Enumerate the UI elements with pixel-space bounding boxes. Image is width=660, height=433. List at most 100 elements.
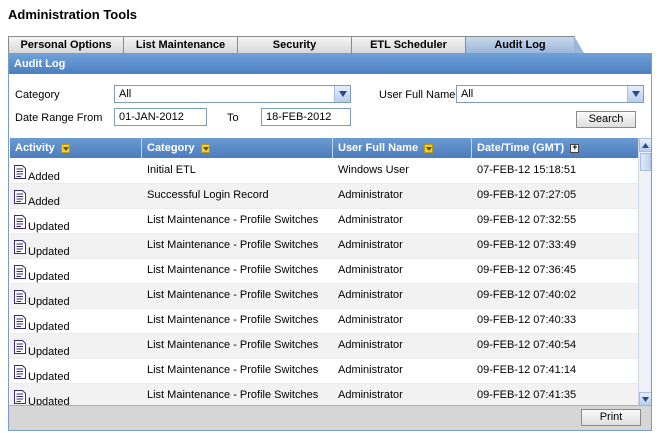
table-row[interactable]: Updated List Maintenance - Profile Switch… bbox=[10, 359, 638, 384]
table-row[interactable]: Updated List Maintenance - Profile Switch… bbox=[10, 209, 638, 234]
user-cell: Administrator bbox=[338, 214, 403, 226]
user-cell: Administrator bbox=[338, 389, 403, 401]
audit-log-panel: Audit Log Category All User Full Name Al… bbox=[8, 53, 652, 431]
document-icon bbox=[14, 315, 26, 329]
datetime-cell: 09-FEB-12 07:32:55 bbox=[477, 214, 577, 226]
activity-cell: Updated bbox=[10, 309, 142, 334]
date-from-label: Date Range From bbox=[15, 112, 103, 124]
activity-cell: Added bbox=[10, 159, 142, 184]
datetime-cell: 07-FEB-12 15:18:51 bbox=[477, 164, 577, 176]
user-cell: Administrator bbox=[338, 339, 403, 351]
column-header-category[interactable]: Category bbox=[142, 138, 333, 158]
audit-log-grid: Activity Category User Full Name Date/Ti… bbox=[10, 138, 651, 406]
category-cell: List Maintenance - Profile Switches bbox=[147, 364, 319, 376]
activity-label: Updated bbox=[28, 246, 70, 258]
chevron-down-icon[interactable] bbox=[334, 86, 350, 102]
category-cell: List Maintenance - Profile Switches bbox=[147, 339, 319, 351]
user-cell: Windows User bbox=[338, 164, 409, 176]
chevron-down-icon[interactable] bbox=[627, 86, 643, 102]
document-icon bbox=[14, 240, 26, 254]
sort-icon[interactable] bbox=[424, 143, 434, 153]
category-cell: Successful Login Record bbox=[147, 189, 269, 201]
print-button[interactable]: Print bbox=[581, 409, 641, 426]
activity-cell: Updated bbox=[10, 209, 142, 234]
table-row[interactable]: Updated List Maintenance - Profile Switch… bbox=[10, 384, 638, 406]
table-row[interactable]: Updated List Maintenance - Profile Switch… bbox=[10, 284, 638, 309]
column-header-datetime[interactable]: Date/Time (GMT) bbox=[472, 138, 638, 158]
activity-label: Updated bbox=[28, 221, 70, 233]
tab-etl-scheduler[interactable]: ETL Scheduler bbox=[351, 36, 465, 53]
category-label: Category bbox=[15, 89, 60, 101]
table-row[interactable]: Updated List Maintenance - Profile Switch… bbox=[10, 234, 638, 259]
table-row[interactable]: Updated List Maintenance - Profile Switch… bbox=[10, 334, 638, 359]
date-to-input[interactable]: 18-FEB-2012 bbox=[261, 108, 351, 126]
activity-label: Updated bbox=[28, 346, 70, 358]
table-row[interactable]: Updated List Maintenance - Profile Switch… bbox=[10, 309, 638, 334]
user-cell: Administrator bbox=[338, 314, 403, 326]
sort-icon[interactable] bbox=[60, 143, 70, 153]
user-cell: Administrator bbox=[338, 239, 403, 251]
expand-icon[interactable] bbox=[570, 142, 580, 153]
column-label: Category bbox=[147, 142, 195, 154]
user-full-name-select[interactable]: All bbox=[456, 85, 644, 103]
category-cell: List Maintenance - Profile Switches bbox=[147, 314, 319, 326]
user-cell: Administrator bbox=[338, 264, 403, 276]
activity-cell: Added bbox=[10, 184, 142, 209]
document-icon bbox=[14, 290, 26, 304]
scroll-down-icon[interactable] bbox=[639, 392, 651, 406]
sort-icon[interactable] bbox=[200, 143, 210, 153]
scroll-thumb[interactable] bbox=[640, 153, 651, 171]
datetime-cell: 09-FEB-12 07:40:54 bbox=[477, 339, 577, 351]
page-title: Administration Tools bbox=[8, 7, 138, 22]
datetime-cell: 09-FEB-12 07:33:49 bbox=[477, 239, 577, 251]
column-header-user-full-name[interactable]: User Full Name bbox=[333, 138, 472, 158]
search-button[interactable]: Search bbox=[576, 111, 636, 128]
activity-cell: Updated bbox=[10, 384, 142, 406]
activity-cell: Updated bbox=[10, 259, 142, 284]
panel-title: Audit Log bbox=[9, 54, 651, 74]
tab-list-maintenance[interactable]: List Maintenance bbox=[123, 36, 237, 53]
category-select-value: All bbox=[119, 88, 132, 100]
activity-label: Updated bbox=[28, 371, 70, 383]
vertical-scrollbar[interactable] bbox=[638, 138, 651, 406]
column-label: Activity bbox=[15, 142, 55, 154]
tab-bar: Personal Options List Maintenance Securi… bbox=[8, 36, 584, 53]
tab-audit-log[interactable]: Audit Log bbox=[465, 36, 584, 53]
category-cell: Initial ETL bbox=[147, 164, 196, 176]
column-label: Date/Time (GMT) bbox=[477, 142, 565, 154]
datetime-cell: 09-FEB-12 07:40:33 bbox=[477, 314, 577, 326]
document-icon bbox=[14, 165, 26, 179]
datetime-cell: 09-FEB-12 07:36:45 bbox=[477, 264, 577, 276]
category-cell: List Maintenance - Profile Switches bbox=[147, 239, 319, 251]
document-icon bbox=[14, 390, 26, 404]
activity-label: Added bbox=[28, 171, 60, 183]
grid-body: Added Initial ETL Windows User 07-FEB-12 15… bbox=[10, 159, 638, 406]
date-from-input[interactable]: 01-JAN-2012 bbox=[114, 108, 207, 126]
category-select[interactable]: All bbox=[114, 85, 351, 103]
scroll-up-icon[interactable] bbox=[639, 138, 651, 152]
document-icon bbox=[14, 190, 26, 204]
table-row[interactable]: Updated List Maintenance - Profile Switch… bbox=[10, 259, 638, 284]
grid-footer: Print bbox=[9, 405, 651, 430]
category-cell: List Maintenance - Profile Switches bbox=[147, 214, 319, 226]
document-icon bbox=[14, 340, 26, 354]
activity-label: Added bbox=[28, 196, 60, 208]
table-row[interactable]: Added Initial ETL Windows User 07-FEB-12 15… bbox=[10, 159, 638, 184]
date-to-label: To bbox=[227, 112, 239, 124]
tab-security[interactable]: Security bbox=[237, 36, 351, 53]
activity-cell: Updated bbox=[10, 284, 142, 309]
datetime-cell: 09-FEB-12 07:27:05 bbox=[477, 189, 577, 201]
activity-cell: Updated bbox=[10, 334, 142, 359]
activity-cell: Updated bbox=[10, 234, 142, 259]
datetime-cell: 09-FEB-12 07:40:02 bbox=[477, 289, 577, 301]
document-icon bbox=[14, 265, 26, 279]
user-cell: Administrator bbox=[338, 364, 403, 376]
column-header-activity[interactable]: Activity bbox=[10, 138, 142, 158]
tab-personal-options[interactable]: Personal Options bbox=[8, 36, 123, 53]
category-cell: List Maintenance - Profile Switches bbox=[147, 389, 319, 401]
user-select-value: All bbox=[461, 88, 474, 100]
grid-header: Activity Category User Full Name Date/Ti… bbox=[10, 138, 638, 158]
activity-label: Updated bbox=[28, 321, 70, 333]
activity-label: Updated bbox=[28, 296, 70, 308]
table-row[interactable]: Added Successful Login Record Administrato… bbox=[10, 184, 638, 209]
